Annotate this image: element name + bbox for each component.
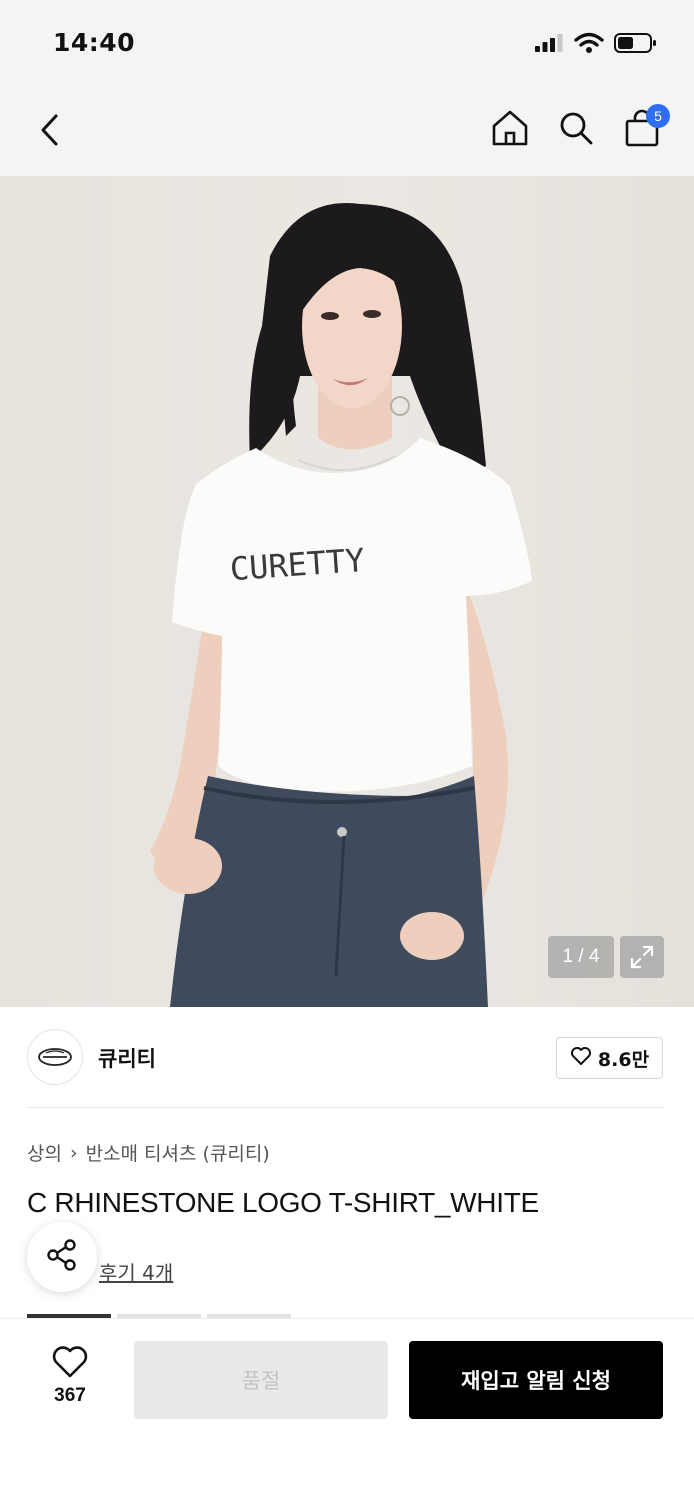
search-button[interactable] bbox=[556, 106, 596, 154]
nav-bar: 5 bbox=[0, 88, 694, 176]
expand-icon bbox=[629, 944, 655, 970]
breadcrumb-subcategory[interactable]: 반소매 티셔츠 (큐리티) bbox=[86, 1139, 270, 1166]
cart-button[interactable]: 5 bbox=[622, 104, 670, 154]
back-chevron-icon bbox=[39, 113, 61, 151]
brand-row: 큐리티 8.6만 bbox=[0, 1007, 694, 1107]
home-icon bbox=[491, 109, 529, 151]
wifi-icon bbox=[574, 32, 604, 58]
breadcrumb-separator-icon: › bbox=[69, 1141, 78, 1164]
cellular-signal-icon bbox=[534, 33, 564, 57]
status-bar: 14:40 bbox=[0, 0, 694, 88]
cart-count-badge: 5 bbox=[646, 104, 670, 128]
divider bbox=[27, 1107, 664, 1108]
wish-button[interactable]: 367 bbox=[40, 1345, 100, 1407]
brand-like-button[interactable]: 8.6만 bbox=[556, 1037, 663, 1079]
image-counter: 1 / 4 bbox=[548, 936, 614, 978]
brand-logo[interactable] bbox=[27, 1029, 83, 1085]
soldout-button[interactable]: 품절 bbox=[134, 1341, 388, 1419]
bottom-action-bar: 367 품절 재입고 알림 신청 bbox=[0, 1318, 694, 1500]
status-icons bbox=[534, 32, 658, 58]
brand-logo-mark bbox=[38, 1048, 72, 1066]
review-link[interactable]: 후기 4개 bbox=[99, 1257, 173, 1286]
search-icon bbox=[558, 110, 594, 150]
brand-name[interactable]: 큐리티 bbox=[98, 1043, 156, 1073]
model-photo: CURETTY bbox=[150, 203, 532, 1007]
product-image-gallery[interactable]: CURETTY 1 / 4 bbox=[0, 176, 694, 1007]
home-button[interactable] bbox=[490, 106, 530, 154]
heart-outline-icon bbox=[570, 1046, 592, 1071]
status-time: 14:40 bbox=[53, 28, 136, 57]
brand-like-count: 8.6만 bbox=[597, 1048, 650, 1071]
share-icon bbox=[45, 1238, 79, 1276]
back-button[interactable] bbox=[30, 110, 70, 154]
breadcrumb-category[interactable]: 상의 bbox=[27, 1139, 62, 1166]
product-title: C RHINESTONE LOGO T-SHIRT_WHITE bbox=[27, 1187, 539, 1218]
wish-count: 367 bbox=[54, 1385, 86, 1406]
restock-alert-button[interactable]: 재입고 알림 신청 bbox=[409, 1341, 663, 1419]
share-button[interactable] bbox=[27, 1222, 97, 1292]
expand-image-button[interactable] bbox=[620, 936, 664, 978]
nav-actions: 5 bbox=[490, 104, 670, 154]
heart-icon bbox=[51, 1346, 89, 1383]
battery-icon bbox=[614, 32, 658, 58]
breadcrumb: 상의 › 반소매 티셔츠 (큐리티) bbox=[27, 1139, 270, 1166]
